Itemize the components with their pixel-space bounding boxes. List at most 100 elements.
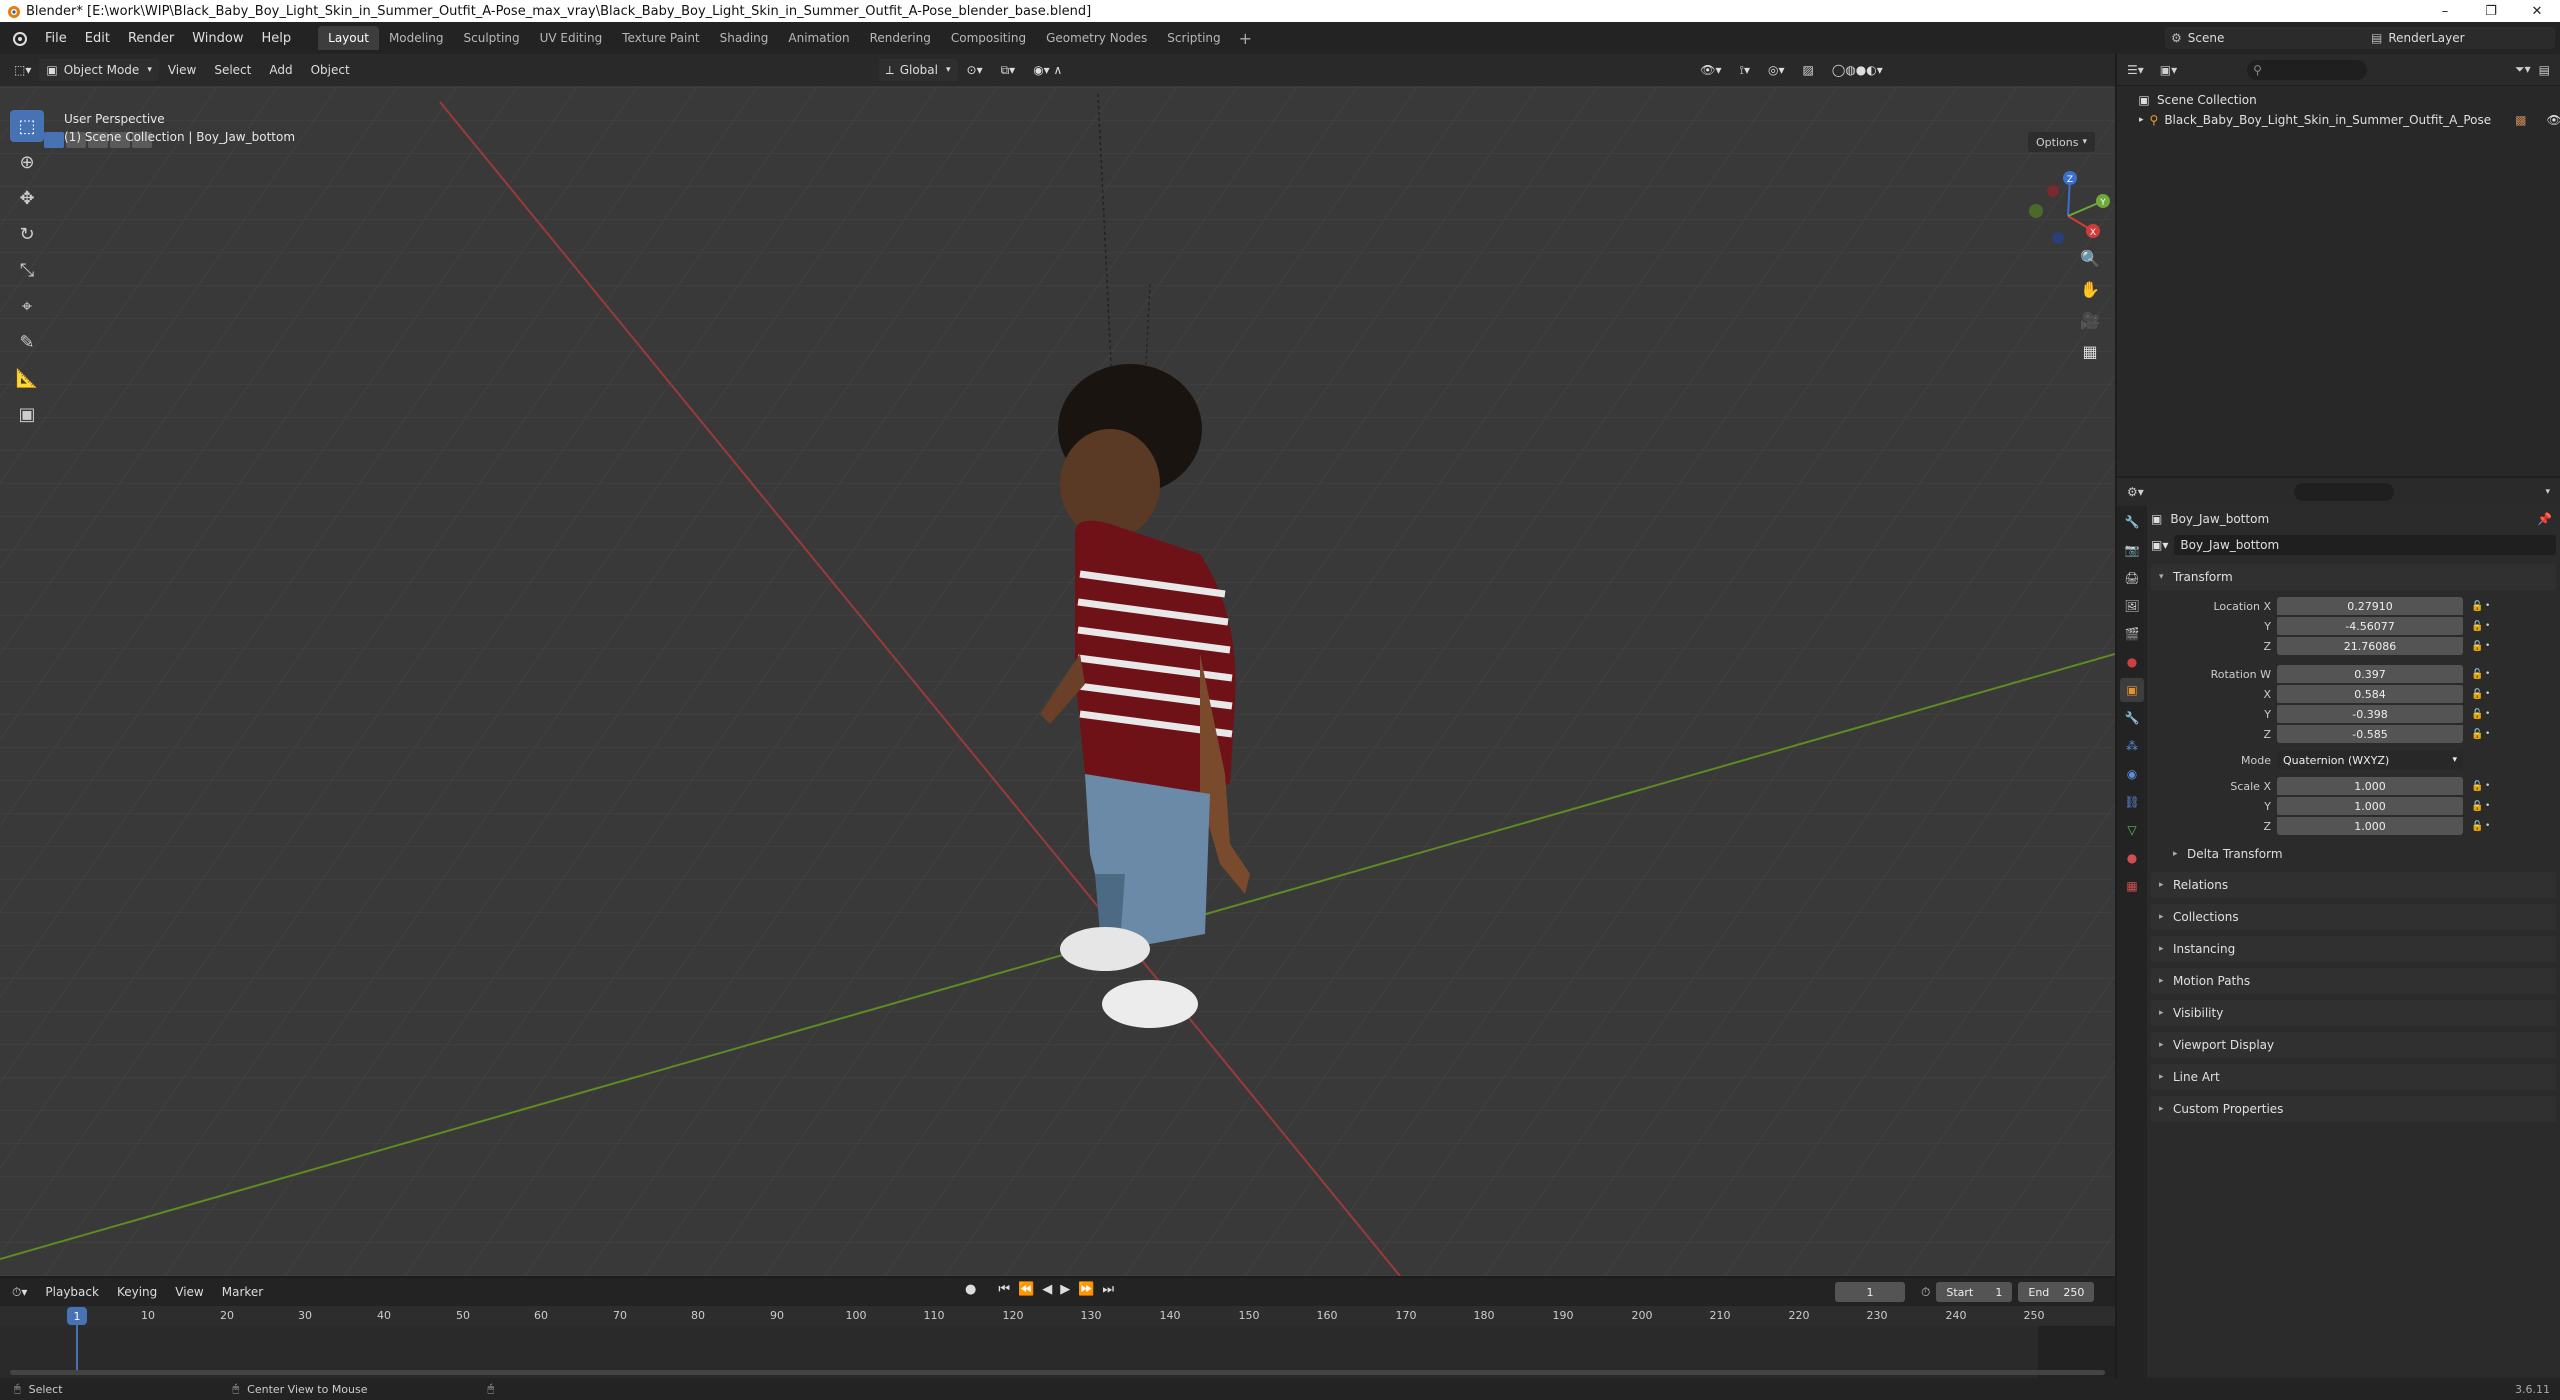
keyframe-dot-icon[interactable]: •	[2485, 729, 2495, 739]
viewport-display-panel-header[interactable]: ▸ Viewport Display	[2151, 1032, 2556, 1058]
current-frame-field[interactable]: 1	[1835, 1282, 1905, 1302]
select-new-icon[interactable]	[44, 132, 64, 148]
clock-icon[interactable]: ⏱	[1921, 1285, 1930, 1300]
tab-sculpting[interactable]: Sculpting	[454, 26, 530, 50]
chevron-down-icon[interactable]: ▾	[2545, 487, 2550, 497]
editor-type-icon[interactable]: ☰▾	[2127, 63, 2144, 77]
tab-shading[interactable]: Shading	[710, 26, 779, 50]
keyframe-dot-icon[interactable]: •	[2485, 689, 2495, 699]
particles-tab-icon[interactable]: ⁂	[2120, 734, 2144, 758]
menu-object[interactable]: Object	[302, 63, 359, 77]
menu-timeline-view[interactable]: View	[166, 1285, 212, 1299]
transform-panel-header[interactable]: ▾ Transform	[2151, 564, 2556, 590]
tab-animation[interactable]: Animation	[778, 26, 859, 50]
menu-help[interactable]: Help	[253, 31, 301, 46]
select-box-icon[interactable]: ⬚	[10, 110, 44, 142]
xray-icon[interactable]: ▨	[1794, 63, 1823, 77]
filter-icon[interactable]: ⏷▾	[2515, 62, 2531, 77]
end-frame-field[interactable]: End 250	[2018, 1282, 2095, 1302]
keyframe-dot-icon[interactable]: •	[2485, 801, 2495, 811]
output-tab-icon[interactable]: 🖨	[2120, 566, 2144, 590]
jump-key-forward-icon[interactable]: ⏩	[1078, 1282, 1094, 1297]
grid-toggle-icon[interactable]: ▦	[2076, 337, 2104, 365]
view-layer-tab-icon[interactable]: 🖼	[2120, 594, 2144, 618]
keyframe-dot-icon[interactable]: •	[2485, 621, 2495, 631]
render-tab-icon[interactable]: 📷	[2120, 538, 2144, 562]
lock-icon[interactable]: 🔓	[2471, 669, 2485, 680]
tab-compositing[interactable]: Compositing	[941, 26, 1036, 50]
menu-marker[interactable]: Marker	[213, 1285, 272, 1299]
playhead[interactable]: 1	[67, 1307, 87, 1325]
rotation-mode-select[interactable]: Quaternion (WXYZ) ▾	[2277, 751, 2463, 769]
keyframe-dot-icon[interactable]: •	[2485, 641, 2495, 651]
scale-icon[interactable]: ⤡	[10, 254, 44, 286]
constraints-tab-icon[interactable]: ⛓	[2120, 790, 2144, 814]
timeline-ruler[interactable]: 10 20 30 40 50 60 70 80 90 100 110 120 1…	[0, 1306, 2115, 1326]
outliner-search-input[interactable]: ⚲	[2247, 59, 2368, 80]
zoom-icon[interactable]: 🔍	[2076, 244, 2104, 272]
eye-icon[interactable]: 👁	[2546, 113, 2560, 127]
visibility-icon[interactable]: 👁▾	[1691, 63, 1730, 77]
pivot-icon[interactable]: ⊙▾	[958, 63, 992, 77]
shading-modes-icon[interactable]: ◯◍●◐▾	[1823, 63, 1892, 77]
tab-layout[interactable]: Layout	[318, 26, 379, 50]
move-icon[interactable]: ✥	[10, 182, 44, 214]
tab-texture-paint[interactable]: Texture Paint	[612, 26, 709, 50]
menu-render[interactable]: Render	[119, 31, 183, 46]
tab-uv-editing[interactable]: UV Editing	[530, 26, 613, 50]
transform-icon[interactable]: ⌖	[10, 290, 44, 322]
blender-menu-icon[interactable]	[8, 27, 30, 49]
options-button[interactable]: Options ▾	[2028, 132, 2095, 152]
menu-window[interactable]: Window	[183, 31, 252, 46]
outliner-row-object[interactable]: ▸ ⚲ Black_Baby_Boy_Light_Skin_in_Summer_…	[2117, 110, 2560, 130]
tool-tab-icon[interactable]: 🔧	[2120, 510, 2144, 534]
texture-tab-icon[interactable]: ▦	[2120, 874, 2144, 898]
overlay-toggle-icon[interactable]: ◎▾	[1759, 63, 1794, 77]
render-layer-selector[interactable]: ▤ RenderLayer	[2365, 27, 2555, 49]
properties-search-input[interactable]	[2293, 483, 2394, 501]
lock-icon[interactable]: 🔓	[2471, 821, 2485, 832]
pin-icon[interactable]: 📌	[2537, 512, 2552, 526]
proportional-edit-icon[interactable]: ◉▾ ∧	[1024, 63, 1071, 77]
add-workspace-icon[interactable]: +	[1231, 29, 1260, 48]
close-icon[interactable]: ✕	[2514, 0, 2560, 22]
play-reverse-icon[interactable]: ◀	[1042, 1282, 1052, 1297]
tab-rendering[interactable]: Rendering	[860, 26, 941, 50]
play-icon[interactable]: ▶	[1060, 1282, 1070, 1297]
cursor-icon[interactable]: ⊕	[10, 146, 44, 178]
rotation-x-field[interactable]: 0.584	[2277, 685, 2463, 703]
lock-icon[interactable]: 🔓	[2471, 801, 2485, 812]
pan-hand-icon[interactable]: ✋	[2076, 275, 2104, 303]
menu-select[interactable]: Select	[205, 63, 260, 77]
lock-icon[interactable]: 🔓	[2471, 621, 2485, 632]
jump-start-icon[interactable]: ⏮	[998, 1282, 1010, 1297]
measure-icon[interactable]: 📐	[10, 362, 44, 394]
instancing-panel-header[interactable]: ▸ Instancing	[2151, 936, 2556, 962]
keyframe-dot-icon[interactable]: •	[2485, 709, 2495, 719]
keyframe-dot-icon[interactable]: •	[2485, 601, 2495, 611]
tab-geometry-nodes[interactable]: Geometry Nodes	[1036, 26, 1157, 50]
physics-tab-icon[interactable]: ◉	[2120, 762, 2144, 786]
material-tab-icon[interactable]: ●	[2120, 846, 2144, 870]
3d-viewport[interactable]: ⬚▾ ▣ Object Mode ▾ View Select Add Objec…	[0, 54, 2115, 1276]
menu-view[interactable]: View	[159, 63, 205, 77]
modifiers-tab-icon[interactable]: 🔧	[2120, 706, 2144, 730]
location-y-field[interactable]: -4.56077	[2277, 617, 2463, 635]
keyframe-dot-icon[interactable]: •	[2485, 669, 2495, 679]
location-x-field[interactable]: 0.27910	[2277, 597, 2463, 615]
rotation-y-field[interactable]: -0.398	[2277, 705, 2463, 723]
orientation-selector[interactable]: ⟂ Global ▾	[878, 59, 958, 81]
lock-icon[interactable]: 🔓	[2471, 689, 2485, 700]
world-tab-icon[interactable]: ●	[2120, 650, 2144, 674]
menu-add[interactable]: Add	[260, 63, 301, 77]
menu-keying[interactable]: Keying	[108, 1285, 166, 1299]
annotate-icon[interactable]: ✎	[10, 326, 44, 358]
mode-selector[interactable]: ▣ Object Mode ▾	[39, 59, 159, 81]
display-mode-icon[interactable]: ▣▾	[2160, 63, 2177, 77]
relations-panel-header[interactable]: ▸ Relations	[2151, 872, 2556, 898]
start-frame-field[interactable]: Start 1	[1936, 1282, 2013, 1302]
data-tab-icon[interactable]: ▽	[2120, 818, 2144, 842]
object-tab-icon[interactable]: ▣	[2120, 678, 2144, 702]
scale-y-field[interactable]: 1.000	[2277, 797, 2463, 815]
scale-x-field[interactable]: 1.000	[2277, 777, 2463, 795]
